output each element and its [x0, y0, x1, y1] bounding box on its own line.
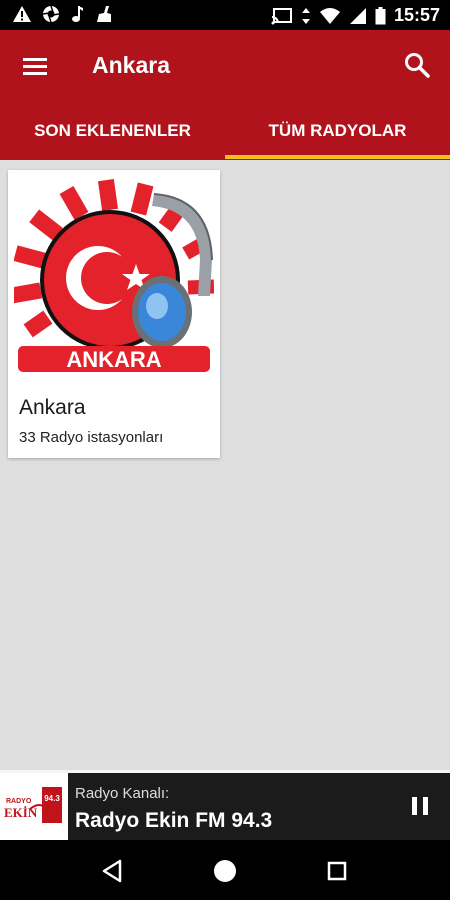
battery-icon [375, 6, 386, 24]
tab-bar: SON EKLENENLER TÜM RADYOLAR [0, 102, 450, 160]
station-name: Radyo Ekin FM 94.3 [75, 809, 273, 832]
station-logo: RADYO EKİN 94.3 [0, 773, 68, 840]
tab-son-eklenenler[interactable]: SON EKLENENLER [0, 102, 225, 160]
warning-icon [13, 6, 31, 22]
content-area: ANKARA Ankara 33 Radyo istasyonları [0, 160, 450, 770]
data-arrows-icon [301, 7, 310, 24]
status-right-icons: 15:57 [271, 5, 440, 26]
search-icon[interactable] [402, 50, 432, 80]
signal-icon [349, 7, 366, 24]
cast-icon [271, 7, 292, 24]
now-playing-bar[interactable]: RADYO EKİN 94.3 Radyo Kanalı: Radyo Ekin… [0, 770, 450, 840]
music-note-icon [72, 6, 83, 22]
ankara-radio-logo: ANKARA [14, 179, 214, 372]
system-nav-bar [0, 840, 450, 900]
menu-icon[interactable] [18, 50, 52, 82]
home-icon[interactable] [210, 856, 240, 886]
app-bar: Ankara [0, 30, 450, 102]
logo-text: ANKARA [66, 347, 161, 372]
back-icon[interactable] [98, 856, 128, 886]
status-bar: 15:57 [0, 0, 450, 30]
page-title: Ankara [92, 52, 170, 78]
city-card-ankara[interactable]: ANKARA Ankara 33 Radyo istasyonları [8, 170, 220, 458]
wifi-icon [319, 7, 340, 24]
card-subtitle: 33 Radyo istasyonları [19, 429, 164, 446]
tab-indicator [225, 155, 450, 159]
pause-icon[interactable] [408, 793, 432, 819]
recents-icon[interactable] [322, 856, 352, 886]
station-logo-text-1: RADYO [6, 798, 32, 805]
tab-tum-radyolar[interactable]: TÜM RADYOLAR [225, 102, 450, 160]
cleaner-icon [97, 6, 111, 22]
status-time: 15:57 [393, 5, 440, 25]
station-logo-freq: 94.3 [44, 794, 60, 803]
player-label: Radyo Kanalı: [75, 785, 170, 802]
aperture-icon [42, 5, 60, 23]
card-title: Ankara [19, 396, 86, 419]
status-left-icons [12, 5, 114, 23]
